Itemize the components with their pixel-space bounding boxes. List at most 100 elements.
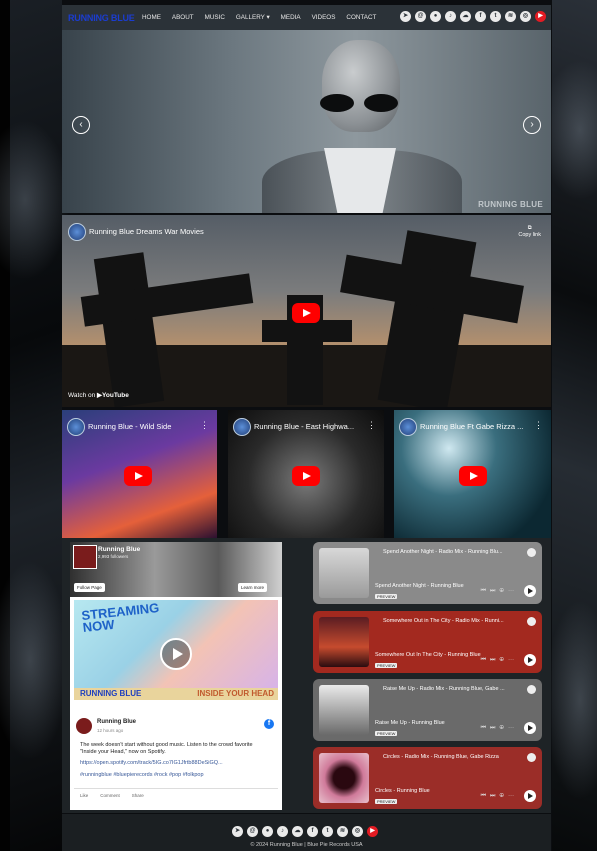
slider-prev-button[interactable]: ‹ (72, 116, 90, 134)
nav-item-home[interactable]: HOME (142, 14, 161, 21)
track-subtitle: Somewhere Out In The City - Running Blue (375, 652, 481, 658)
nav-item-contact[interactable]: CONTACT (346, 14, 376, 21)
music-icon[interactable]: ♪ (277, 826, 288, 837)
nav-menu: HOME ABOUT MUSIC GALLERY ▾ MEDIA VIDEOS … (142, 14, 376, 21)
spotify-icon[interactable]: ≋ (505, 11, 516, 22)
facebook-followers: 2,993 followers (98, 554, 129, 559)
instagram-icon[interactable]: ◎ (352, 826, 363, 837)
hero-slider: ‹ › RUNNING BLUE (62, 30, 551, 213)
instagram-icon[interactable]: ◎ (520, 11, 531, 22)
channel-avatar (233, 418, 251, 436)
track-title[interactable]: Spend Another Night - Radio Mix - Runnin… (383, 549, 503, 555)
facebook-icon[interactable]: f (307, 826, 318, 837)
facebook-icon[interactable]: f (264, 719, 274, 729)
main-video-title[interactable]: Running Blue Dreams War Movies (89, 227, 204, 236)
more-options-icon[interactable]: ⋮ (200, 420, 209, 431)
video-play-button[interactable] (160, 638, 192, 670)
track-controls[interactable]: ⏮⏭⊕⋯ (481, 725, 518, 732)
footer-copyright: © 2024 Running Blue | Blue Pie Records U… (250, 842, 363, 848)
nav-item-gallery[interactable]: GALLERY ▾ (236, 14, 270, 21)
nav-item-about[interactable]: ABOUT (172, 14, 194, 21)
video-title[interactable]: Running Blue Ft Gabe Rizza ... (420, 422, 523, 431)
track-subtitle: Raise Me Up - Running Blue (375, 720, 445, 726)
soundcloud-icon[interactable]: ☁ (292, 826, 303, 837)
slider-next-button[interactable]: › (523, 116, 541, 134)
youtube-play-button[interactable] (124, 466, 152, 486)
watch-on-youtube[interactable]: Watch on ▶YouTube (68, 391, 129, 399)
spotify-icon[interactable]: ≋ (337, 826, 348, 837)
telegram-icon[interactable]: ➤ (232, 826, 243, 837)
nav-item-media[interactable]: MEDIA (281, 14, 301, 21)
chat-icon[interactable]: ● (430, 11, 441, 22)
video-title[interactable]: Running Blue - Wild Side (88, 422, 171, 431)
youtube-play-button[interactable] (459, 466, 487, 486)
youtube-play-button[interactable] (292, 303, 320, 323)
post-author[interactable]: Running Blue (97, 719, 136, 725)
track-artwork (319, 685, 369, 735)
spotify-icon[interactable] (527, 617, 536, 626)
email-icon[interactable]: @ (247, 826, 258, 837)
soundcloud-icon[interactable]: ☁ (460, 11, 471, 22)
more-options-icon[interactable]: ⋮ (534, 420, 543, 431)
more-options-icon[interactable]: ⋮ (367, 420, 376, 431)
twitter-icon[interactable]: t (490, 11, 501, 22)
youtube-play-button[interactable] (292, 466, 320, 486)
track-controls[interactable]: ⏮⏭⊕⋯ (481, 588, 518, 595)
track-title[interactable]: Raise Me Up - Radio Mix - Running Blue, … (383, 686, 505, 692)
spotify-track-card[interactable]: Circles - Radio Mix - Running Blue, Gabe… (313, 747, 542, 809)
spotify-icon[interactable] (527, 753, 536, 762)
post-author-avatar[interactable] (76, 718, 92, 734)
chat-icon[interactable]: ● (262, 826, 273, 837)
youtube-icon[interactable]: ▶ (367, 826, 378, 837)
footer-social-icons: ➤ @ ● ♪ ☁ f t ≋ ◎ ▶ (232, 826, 378, 837)
copy-link-button[interactable]: ⧉ Copy link (518, 225, 541, 238)
share-button[interactable]: Share (132, 793, 144, 798)
spotify-track-card[interactable]: Somewhere Out in The City - Radio Mix - … (313, 611, 542, 673)
spotify-icon[interactable] (527, 548, 536, 557)
nav-item-music[interactable]: MUSIC (205, 14, 225, 21)
comment-button[interactable]: Comment (100, 793, 120, 798)
video-thumb-1[interactable]: Running Blue - Wild Side ⋮ (62, 410, 217, 538)
site-logo[interactable]: RUNNING BLUE (68, 13, 136, 23)
footer: ➤ @ ● ♪ ☁ f t ≋ ◎ ▶ © 2024 Running Blue … (62, 814, 551, 851)
post-tags[interactable]: #runningblue #bluepierecords #rock #pop … (80, 772, 204, 778)
music-icon[interactable]: ♪ (445, 11, 456, 22)
facebook-post-video[interactable]: STREAMING NOW (74, 600, 278, 688)
learn-more-button[interactable]: Learn more (238, 583, 268, 592)
track-artwork (319, 548, 369, 598)
copy-icon: ⧉ (527, 225, 532, 231)
track-title[interactable]: Somewhere Out in The City - Radio Mix - … (383, 618, 504, 624)
channel-avatar[interactable] (68, 223, 86, 241)
twitter-icon[interactable]: t (322, 826, 333, 837)
social-icons: ➤ @ ● ♪ ☁ f t ≋ ◎ ▶ (400, 11, 546, 22)
main-video-embed[interactable]: Running Blue Dreams War Movies ⧉ Copy lin… (62, 215, 551, 407)
telegram-icon[interactable]: ➤ (400, 11, 411, 22)
facebook-icon[interactable]: f (475, 11, 486, 22)
facebook-avatar[interactable] (73, 545, 97, 569)
youtube-icon[interactable]: ▶ (535, 11, 546, 22)
play-button[interactable] (524, 654, 536, 666)
facebook-page-name[interactable]: Running Blue (98, 546, 140, 553)
video-title[interactable]: Running Blue - East Highwa... (254, 422, 354, 431)
nav-item-videos[interactable]: VIDEOS (312, 14, 336, 21)
follow-page-button[interactable]: Follow Page (74, 583, 105, 592)
track-artwork (319, 617, 369, 667)
track-title[interactable]: Circles - Radio Mix - Running Blue, Gabe… (383, 754, 499, 760)
video-thumb-2[interactable]: Running Blue - East Highwa... ⋮ (228, 410, 384, 538)
track-controls[interactable]: ⏮⏭⊕⋯ (481, 793, 518, 800)
track-controls[interactable]: ⏮⏭⊕⋯ (481, 657, 518, 664)
email-icon[interactable]: @ (415, 11, 426, 22)
like-button[interactable]: Like (80, 793, 88, 798)
play-button[interactable] (524, 790, 536, 802)
play-button[interactable] (524, 585, 536, 597)
spotify-track-card[interactable]: Raise Me Up - Radio Mix - Running Blue, … (313, 679, 542, 741)
hero-image-portrait (322, 40, 400, 132)
facebook-page-widget: Running Blue 2,993 followers Follow Page… (70, 542, 282, 810)
post-link[interactable]: https://open.spotify.com/track/5IG.co7IG… (80, 760, 270, 766)
hero-image-glasses (320, 94, 402, 112)
preview-badge: PREVIEW (375, 731, 398, 736)
spotify-icon[interactable] (527, 685, 536, 694)
play-button[interactable] (524, 722, 536, 734)
video-thumb-3[interactable]: Running Blue Ft Gabe Rizza ... ⋮ (394, 410, 551, 538)
spotify-track-card[interactable]: Spend Another Night - Radio Mix - Runnin… (313, 542, 542, 604)
